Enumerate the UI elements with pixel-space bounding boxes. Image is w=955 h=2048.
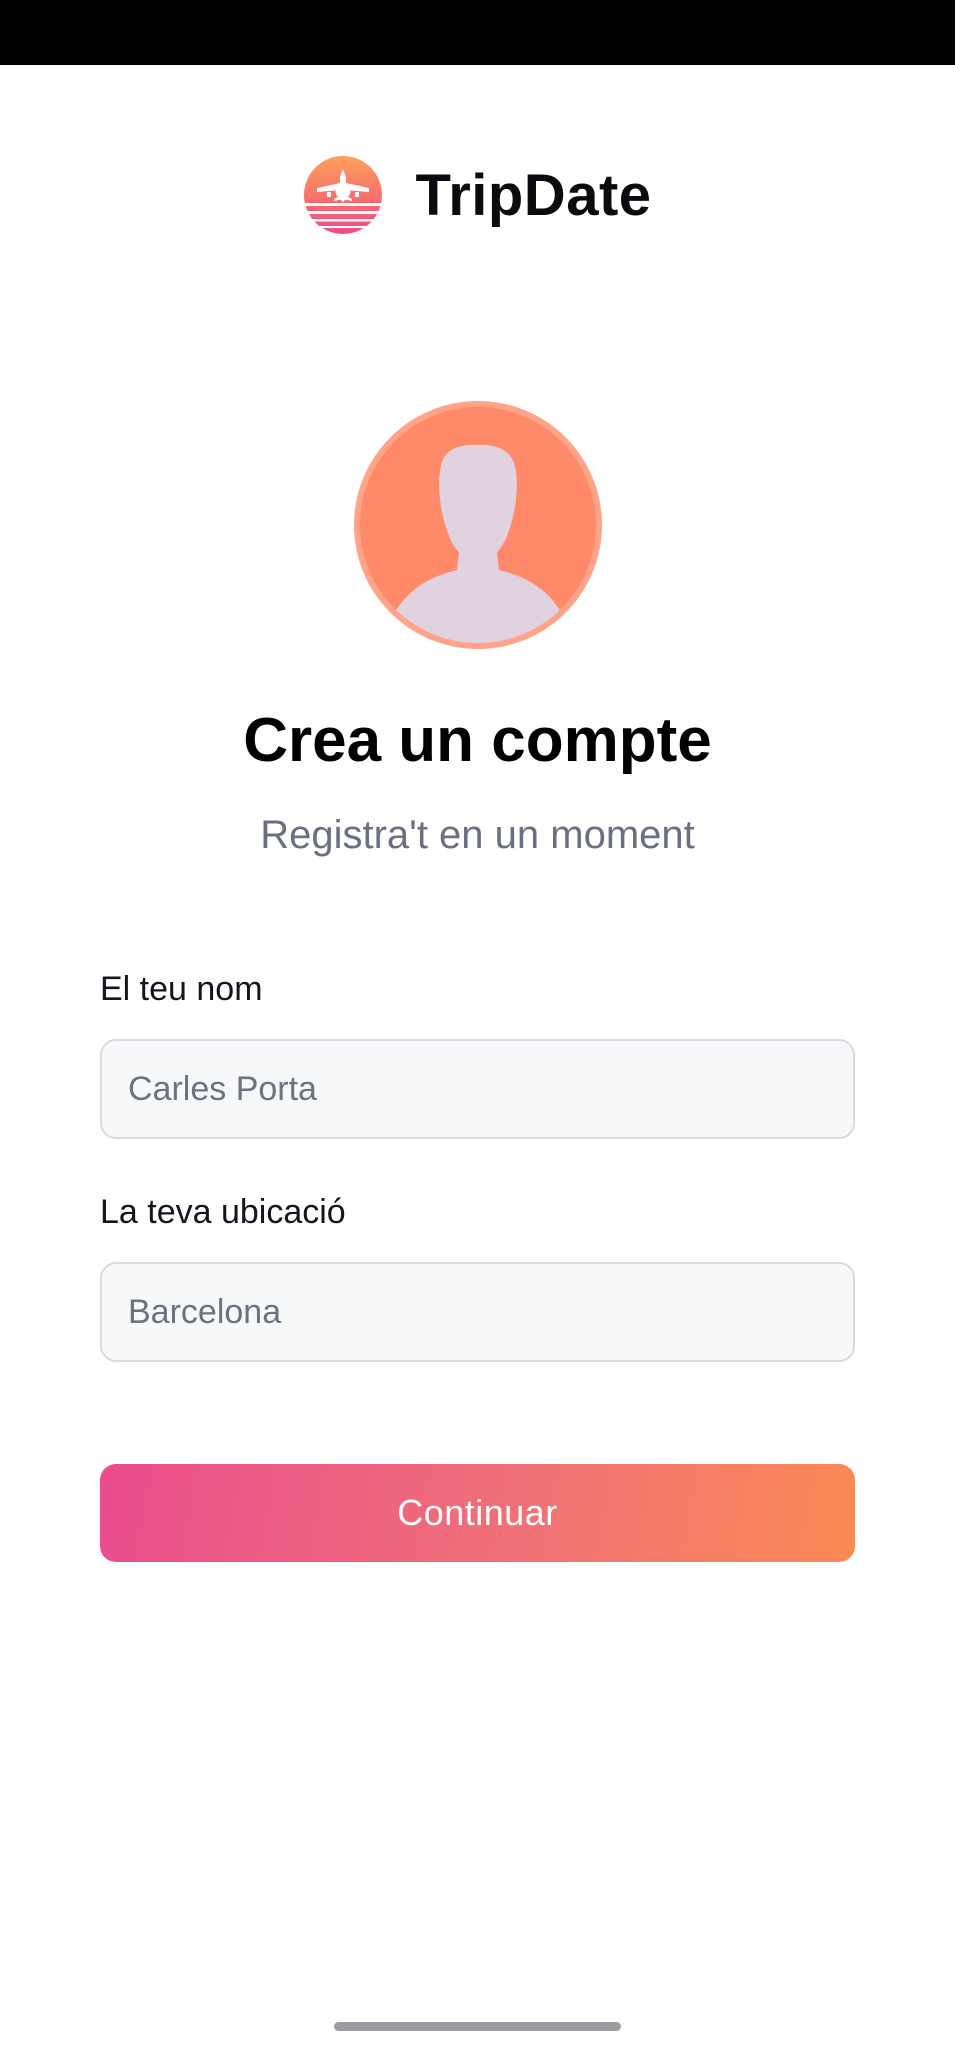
plane-heart-logo-icon [304,156,383,234]
app-name: TripDate [415,162,652,228]
name-input[interactable] [100,1039,855,1139]
continue-button[interactable]: Continuar [100,1464,855,1562]
location-field-label: La teva ubicació [100,1193,346,1231]
status-bar [0,0,955,65]
location-input[interactable] [100,1262,855,1362]
home-indicator[interactable] [334,2022,621,2031]
page-title: Crea un compte [243,706,712,775]
page-subtitle: Registra't en un moment [260,813,695,857]
app-brand: TripDate [0,150,955,240]
name-field-label: El teu nom [100,970,263,1008]
avatar-placeholder-icon[interactable] [353,400,603,650]
